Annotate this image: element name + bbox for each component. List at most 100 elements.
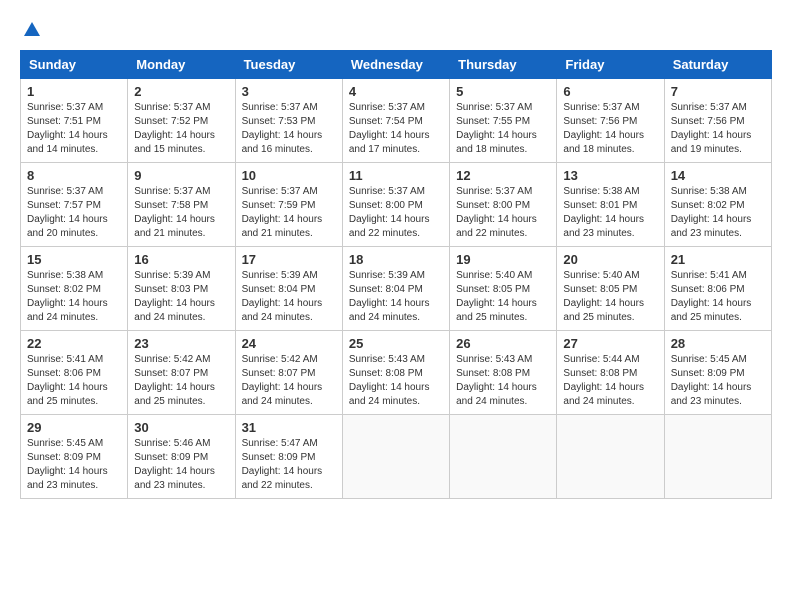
day-info: Sunrise: 5:41 AM Sunset: 8:06 PM Dayligh… [671, 269, 765, 325]
day-number: 10 [242, 168, 336, 183]
day-number: 9 [134, 168, 228, 183]
day-info: Sunrise: 5:44 AM Sunset: 8:08 PM Dayligh… [563, 353, 657, 409]
calendar-cell: 6 Sunrise: 5:37 AM Sunset: 7:56 PM Daylig… [557, 79, 664, 163]
calendar-cell: 26Sunrise: 5:43 AM Sunset: 8:08 PM Dayli… [450, 331, 557, 415]
day-info: Sunrise: 5:40 AM Sunset: 8:05 PM Dayligh… [563, 269, 657, 325]
calendar-cell: 17 Sunrise: 5:39 AM Sunset: 8:04 PM Dayli… [235, 247, 342, 331]
day-number: 12 [456, 168, 550, 183]
calendar-cell: 30 Sunrise: 5:46 AM Sunset: 8:09 PM Dayli… [128, 415, 235, 499]
day-number: 30 [134, 420, 228, 435]
day-number: 19 [456, 252, 550, 267]
calendar-cell: 15 Sunrise: 5:38 AM Sunset: 8:02 PM Dayli… [21, 247, 128, 331]
day-number: 7 [671, 84, 765, 99]
day-number: 14 [671, 168, 765, 183]
day-info: Sunrise: 5:37 AM Sunset: 7:54 PM Dayligh… [349, 101, 443, 157]
calendar-cell [664, 415, 771, 499]
calendar-cell: 9Sunrise: 5:37 AM Sunset: 7:58 PM Daylig… [128, 163, 235, 247]
day-info: Sunrise: 5:37 AM Sunset: 7:57 PM Dayligh… [27, 185, 121, 241]
logo [20, 20, 42, 40]
day-number: 3 [242, 84, 336, 99]
day-number: 29 [27, 420, 121, 435]
day-number: 24 [242, 336, 336, 351]
calendar-cell: 31 Sunrise: 5:47 AM Sunset: 8:09 PM Dayli… [235, 415, 342, 499]
day-info: Sunrise: 5:39 AM Sunset: 8:04 PM Dayligh… [242, 269, 336, 325]
day-info: Sunrise: 5:38 AM Sunset: 8:02 PM Dayligh… [27, 269, 121, 325]
calendar-cell: 19 Sunrise: 5:40 AM Sunset: 8:05 PM Dayli… [450, 247, 557, 331]
header-saturday: Saturday [664, 51, 771, 79]
day-number: 13 [563, 168, 657, 183]
calendar-cell: 2 Sunrise: 5:37 AM Sunset: 7:52 PM Daylig… [128, 79, 235, 163]
day-number: 25 [349, 336, 443, 351]
calendar-week-5: 29 Sunrise: 5:45 AM Sunset: 8:09 PM Dayli… [21, 415, 772, 499]
calendar-week-1: 1Sunrise: 5:37 AM Sunset: 7:51 PM Daylig… [21, 79, 772, 163]
calendar-cell: 27 Sunrise: 5:44 AM Sunset: 8:08 PM Dayli… [557, 331, 664, 415]
calendar-cell [342, 415, 449, 499]
day-number: 31 [242, 420, 336, 435]
calendar-cell: 1Sunrise: 5:37 AM Sunset: 7:51 PM Daylig… [21, 79, 128, 163]
header-thursday: Thursday [450, 51, 557, 79]
day-info: Sunrise: 5:37 AM Sunset: 7:52 PM Dayligh… [134, 101, 228, 157]
page-header [20, 20, 772, 40]
calendar-cell: 12 Sunrise: 5:37 AM Sunset: 8:00 PM Dayli… [450, 163, 557, 247]
day-info: Sunrise: 5:38 AM Sunset: 8:02 PM Dayligh… [671, 185, 765, 241]
day-info: Sunrise: 5:38 AM Sunset: 8:01 PM Dayligh… [563, 185, 657, 241]
day-info: Sunrise: 5:42 AM Sunset: 8:07 PM Dayligh… [134, 353, 228, 409]
day-number: 1 [27, 84, 121, 99]
day-info: Sunrise: 5:41 AM Sunset: 8:06 PM Dayligh… [27, 353, 121, 409]
day-number: 6 [563, 84, 657, 99]
calendar-week-3: 15 Sunrise: 5:38 AM Sunset: 8:02 PM Dayli… [21, 247, 772, 331]
calendar-week-4: 22 Sunrise: 5:41 AM Sunset: 8:06 PM Dayli… [21, 331, 772, 415]
calendar-cell: 23 Sunrise: 5:42 AM Sunset: 8:07 PM Dayli… [128, 331, 235, 415]
day-info: Sunrise: 5:37 AM Sunset: 7:53 PM Dayligh… [242, 101, 336, 157]
header-monday: Monday [128, 51, 235, 79]
calendar-cell: 16Sunrise: 5:39 AM Sunset: 8:03 PM Dayli… [128, 247, 235, 331]
day-info: Sunrise: 5:45 AM Sunset: 8:09 PM Dayligh… [671, 353, 765, 409]
day-info: Sunrise: 5:37 AM Sunset: 7:59 PM Dayligh… [242, 185, 336, 241]
day-info: Sunrise: 5:40 AM Sunset: 8:05 PM Dayligh… [456, 269, 550, 325]
day-info: Sunrise: 5:46 AM Sunset: 8:09 PM Dayligh… [134, 437, 228, 493]
calendar-cell: 25Sunrise: 5:43 AM Sunset: 8:08 PM Dayli… [342, 331, 449, 415]
day-info: Sunrise: 5:42 AM Sunset: 8:07 PM Dayligh… [242, 353, 336, 409]
day-number: 22 [27, 336, 121, 351]
day-number: 15 [27, 252, 121, 267]
calendar-cell: 10 Sunrise: 5:37 AM Sunset: 7:59 PM Dayli… [235, 163, 342, 247]
day-info: Sunrise: 5:37 AM Sunset: 8:00 PM Dayligh… [456, 185, 550, 241]
calendar-header-row: SundayMondayTuesdayWednesdayThursdayFrid… [21, 51, 772, 79]
day-info: Sunrise: 5:43 AM Sunset: 8:08 PM Dayligh… [456, 353, 550, 409]
calendar-cell: 24 Sunrise: 5:42 AM Sunset: 8:07 PM Dayli… [235, 331, 342, 415]
calendar-cell [557, 415, 664, 499]
calendar: SundayMondayTuesdayWednesdayThursdayFrid… [20, 50, 772, 499]
day-number: 28 [671, 336, 765, 351]
day-info: Sunrise: 5:37 AM Sunset: 8:00 PM Dayligh… [349, 185, 443, 241]
calendar-cell [450, 415, 557, 499]
calendar-cell: 7 Sunrise: 5:37 AM Sunset: 7:56 PM Daylig… [664, 79, 771, 163]
calendar-week-2: 8 Sunrise: 5:37 AM Sunset: 7:57 PM Daylig… [21, 163, 772, 247]
day-number: 18 [349, 252, 443, 267]
day-number: 2 [134, 84, 228, 99]
calendar-cell: 11Sunrise: 5:37 AM Sunset: 8:00 PM Dayli… [342, 163, 449, 247]
day-number: 27 [563, 336, 657, 351]
calendar-cell: 14 Sunrise: 5:38 AM Sunset: 8:02 PM Dayli… [664, 163, 771, 247]
calendar-cell: 18 Sunrise: 5:39 AM Sunset: 8:04 PM Dayli… [342, 247, 449, 331]
day-number: 4 [349, 84, 443, 99]
calendar-cell: 29 Sunrise: 5:45 AM Sunset: 8:09 PM Dayli… [21, 415, 128, 499]
day-number: 17 [242, 252, 336, 267]
header-tuesday: Tuesday [235, 51, 342, 79]
header-friday: Friday [557, 51, 664, 79]
day-info: Sunrise: 5:45 AM Sunset: 8:09 PM Dayligh… [27, 437, 121, 493]
day-number: 21 [671, 252, 765, 267]
calendar-cell: 22 Sunrise: 5:41 AM Sunset: 8:06 PM Dayli… [21, 331, 128, 415]
calendar-cell: 21 Sunrise: 5:41 AM Sunset: 8:06 PM Dayli… [664, 247, 771, 331]
day-number: 5 [456, 84, 550, 99]
day-info: Sunrise: 5:37 AM Sunset: 7:56 PM Dayligh… [563, 101, 657, 157]
day-info: Sunrise: 5:47 AM Sunset: 8:09 PM Dayligh… [242, 437, 336, 493]
header-wednesday: Wednesday [342, 51, 449, 79]
day-number: 16 [134, 252, 228, 267]
header-sunday: Sunday [21, 51, 128, 79]
day-info: Sunrise: 5:37 AM Sunset: 7:55 PM Dayligh… [456, 101, 550, 157]
calendar-cell: 4 Sunrise: 5:37 AM Sunset: 7:54 PM Daylig… [342, 79, 449, 163]
day-info: Sunrise: 5:37 AM Sunset: 7:56 PM Dayligh… [671, 101, 765, 157]
day-info: Sunrise: 5:39 AM Sunset: 8:04 PM Dayligh… [349, 269, 443, 325]
day-number: 23 [134, 336, 228, 351]
day-number: 8 [27, 168, 121, 183]
